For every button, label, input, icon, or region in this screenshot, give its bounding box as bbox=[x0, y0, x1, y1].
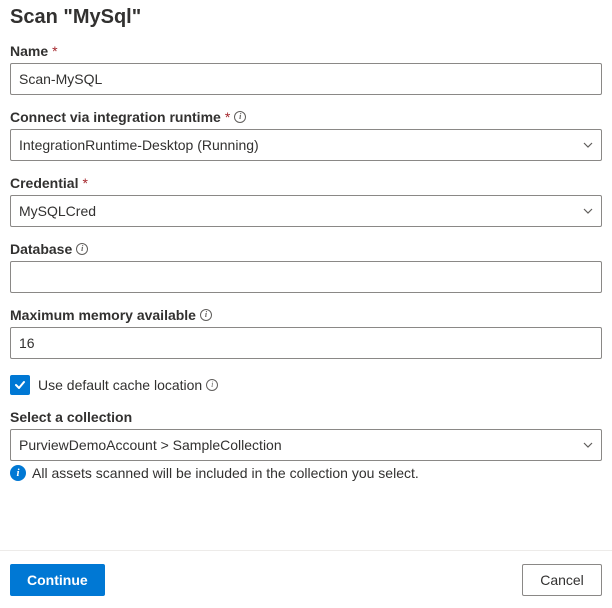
required-asterisk: * bbox=[82, 175, 87, 191]
continue-button[interactable]: Continue bbox=[10, 564, 105, 596]
runtime-select[interactable]: IntegrationRuntime-Desktop (Running) bbox=[10, 129, 602, 161]
field-cache: Use default cache location i bbox=[10, 375, 602, 395]
database-input[interactable] bbox=[10, 261, 602, 293]
collection-select[interactable]: PurviewDemoAccount > SampleCollection bbox=[10, 429, 602, 461]
memory-input[interactable] bbox=[10, 327, 602, 359]
label-name: Name * bbox=[10, 43, 602, 59]
required-asterisk: * bbox=[52, 43, 57, 59]
label-database: Database i bbox=[10, 241, 602, 257]
label-credential: Credential * bbox=[10, 175, 602, 191]
info-filled-icon: i bbox=[10, 465, 26, 481]
label-database-text: Database bbox=[10, 241, 72, 257]
name-input[interactable] bbox=[10, 63, 602, 95]
field-name: Name * bbox=[10, 43, 602, 95]
label-runtime: Connect via integration runtime * i bbox=[10, 109, 602, 125]
label-memory-text: Maximum memory available bbox=[10, 307, 196, 323]
field-collection: Select a collection PurviewDemoAccount >… bbox=[10, 409, 602, 481]
field-database: Database i bbox=[10, 241, 602, 293]
label-collection: Select a collection bbox=[10, 409, 602, 425]
info-icon: i bbox=[76, 243, 88, 255]
credential-select[interactable]: MySQLCred bbox=[10, 195, 602, 227]
field-credential: Credential * MySQLCred bbox=[10, 175, 602, 227]
cancel-button[interactable]: Cancel bbox=[522, 564, 602, 596]
cache-label-text: Use default cache location bbox=[38, 377, 202, 393]
collection-hint-text: All assets scanned will be included in t… bbox=[32, 465, 419, 481]
info-icon: i bbox=[200, 309, 212, 321]
cache-label: Use default cache location i bbox=[38, 377, 218, 393]
label-memory: Maximum memory available i bbox=[10, 307, 602, 323]
label-collection-text: Select a collection bbox=[10, 409, 132, 425]
info-icon: i bbox=[234, 111, 246, 123]
label-name-text: Name bbox=[10, 43, 48, 59]
footer: Continue Cancel bbox=[0, 550, 612, 608]
field-memory: Maximum memory available i bbox=[10, 307, 602, 359]
page-title: Scan "MySql" bbox=[10, 6, 602, 29]
required-asterisk: * bbox=[225, 109, 230, 125]
label-credential-text: Credential bbox=[10, 175, 78, 191]
cache-checkbox[interactable] bbox=[10, 375, 30, 395]
label-runtime-text: Connect via integration runtime bbox=[10, 109, 221, 125]
info-icon: i bbox=[206, 379, 218, 391]
collection-hint: i All assets scanned will be included in… bbox=[10, 465, 602, 481]
field-runtime: Connect via integration runtime * i Inte… bbox=[10, 109, 602, 161]
